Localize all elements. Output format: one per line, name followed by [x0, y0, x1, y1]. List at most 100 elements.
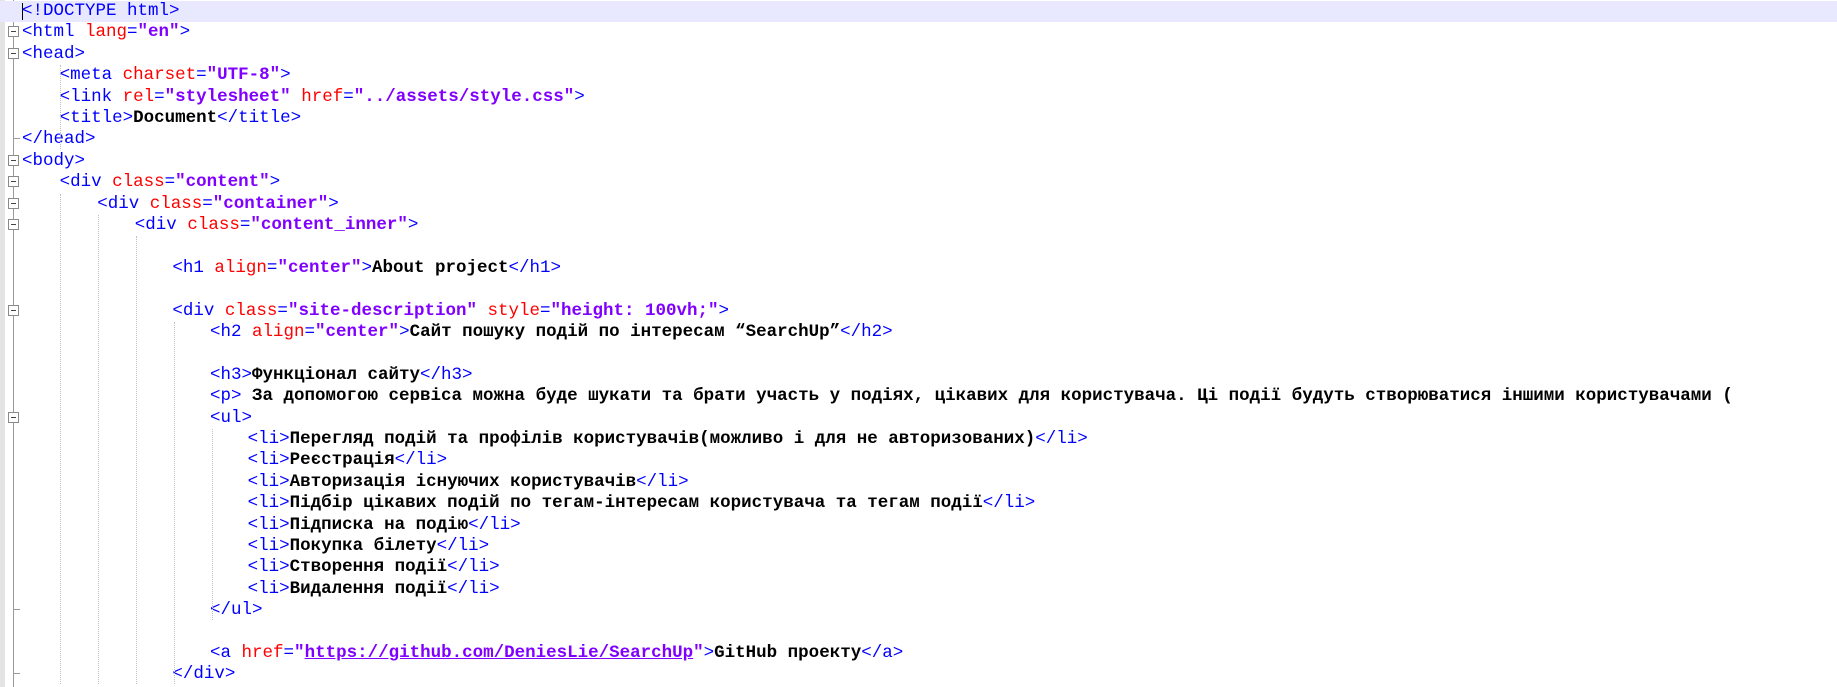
- fold-toggle-icon[interactable]: [8, 219, 19, 230]
- code-line[interactable]: <div class="content">: [0, 172, 1837, 193]
- code-token: >: [407, 215, 419, 235]
- code-text: <h3>Функціонал сайту</h3>: [210, 365, 473, 386]
- code-line[interactable]: <div class="site-description" style="hei…: [0, 301, 1837, 322]
- code-token: <title>: [59, 108, 134, 128]
- code-line[interactable]: <meta charset="UTF-8">: [0, 65, 1837, 86]
- code-token: <!DOCTYPE html>: [22, 1, 180, 21]
- code-token: </li>: [636, 471, 689, 492]
- code-line[interactable]: <h3>Функціонал сайту</h3>: [0, 365, 1837, 386]
- code-token: Сайт пошуку подій по інтересам “SearchUp…: [409, 322, 841, 342]
- code-token: <li>: [247, 429, 290, 449]
- code-line[interactable]: <html lang="en">: [0, 22, 1837, 43]
- code-token: <li>: [247, 493, 290, 514]
- code-token: </title>: [217, 108, 302, 128]
- code-line[interactable]: [0, 343, 1837, 364]
- code-line[interactable]: <body>: [0, 151, 1837, 172]
- fold-end-marker: [13, 129, 20, 140]
- code-token: <ul>: [210, 407, 253, 428]
- fold-toggle-icon[interactable]: [8, 197, 19, 209]
- code-token: ": [294, 643, 305, 663]
- code-token: =: [304, 322, 316, 342]
- code-line[interactable]: <p> За допомогою сервіса можна буде шука…: [0, 386, 1837, 407]
- code-line[interactable]: <ul>: [0, 408, 1837, 429]
- code-line[interactable]: <head>: [0, 44, 1837, 65]
- code-token: lang: [85, 22, 128, 43]
- code-token: </li>: [436, 536, 490, 556]
- code-token: =: [127, 22, 138, 43]
- code-text: <li>Видалення події</li>: [248, 579, 500, 600]
- code-line[interactable]: <a href="https://github.com/DeniesLie/Se…: [0, 643, 1837, 664]
- fold-toggle-icon[interactable]: [8, 304, 19, 316]
- code-text: <h2 align="center">Сайт пошуку подій по …: [210, 322, 893, 343]
- code-line[interactable]: <li>Перегляд подій та профілів користува…: [0, 429, 1837, 450]
- fold-toggle-icon[interactable]: [8, 26, 19, 38]
- fold-toggle-icon[interactable]: [8, 176, 19, 188]
- code-line[interactable]: </ul>: [0, 600, 1837, 621]
- code-text: </div>: [172, 664, 235, 685]
- code-line[interactable]: </div>: [0, 664, 1837, 685]
- code-text: <!DOCTYPE html>: [22, 1, 180, 22]
- code-token: >: [703, 643, 715, 663]
- code-token: <div: [59, 172, 113, 193]
- code-line[interactable]: <li>Створення події</li>: [0, 557, 1837, 578]
- code-token: >: [269, 172, 281, 193]
- code-line[interactable]: [0, 236, 1837, 257]
- code-token: <li>: [247, 450, 290, 471]
- code-token: <div: [97, 193, 150, 214]
- indent-guide: [60, 193, 61, 685]
- code-line[interactable]: <h1 align="center">About project</h1>: [0, 258, 1837, 279]
- fold-toggle-icon[interactable]: [8, 411, 19, 423]
- code-token: <body>: [22, 150, 86, 171]
- code-token: "site-description": [287, 300, 477, 321]
- code-line[interactable]: <link rel="stylesheet" href="../assets/s…: [0, 87, 1837, 108]
- code-token: </li>: [468, 514, 521, 535]
- indent-guide: [98, 215, 99, 685]
- code-token: <link: [59, 86, 123, 107]
- code-token: "content_inner": [250, 215, 408, 235]
- code-token: =: [196, 65, 207, 86]
- code-line[interactable]: <li>Підписка на подію</li>: [0, 515, 1837, 536]
- code-token: "center": [315, 322, 400, 342]
- code-token: Підбір цікавих подій по тегам-інтересам …: [289, 493, 983, 514]
- code-token: "UTF-8": [206, 65, 281, 86]
- code-token: <a: [210, 643, 242, 663]
- link-url[interactable]: https://github.com/DeniesLie/SearchUp: [305, 643, 694, 663]
- code-token: >: [361, 257, 372, 278]
- fold-toggle-icon[interactable]: [8, 47, 19, 59]
- code-line[interactable]: [0, 622, 1837, 643]
- code-token: "center": [277, 257, 362, 278]
- code-line[interactable]: <li>Видалення події</li>: [0, 579, 1837, 600]
- code-token: Document: [133, 108, 218, 128]
- code-token: </head>: [22, 129, 96, 150]
- code-line[interactable]: <li>Реєстрація</li>: [0, 450, 1837, 471]
- code-token: >: [280, 65, 291, 86]
- code-token: <head>: [22, 43, 86, 64]
- code-line[interactable]: <li>Авторизація існуючих користувачів</l…: [0, 472, 1837, 493]
- code-text: </ul>: [210, 600, 263, 621]
- code-token: >: [718, 300, 730, 321]
- code-token: Створення події: [289, 557, 448, 578]
- code-editor[interactable]: <!DOCTYPE html> <html lang="en"> <head> <me…: [0, 0, 1837, 687]
- code-line[interactable]: </head>: [0, 129, 1837, 150]
- code-text: <link rel="stylesheet" href="../assets/s…: [60, 87, 585, 108]
- code-token: </h2>: [840, 322, 893, 342]
- code-token: >: [574, 86, 585, 107]
- code-token: <div: [172, 300, 225, 321]
- code-line[interactable]: <li>Покупка білету</li>: [0, 536, 1837, 557]
- code-line[interactable]: <title>Document</title>: [0, 108, 1837, 129]
- code-line[interactable]: <h2 align="center">Сайт пошуку подій по …: [0, 322, 1837, 343]
- code-line[interactable]: <li>Підбір цікавих подій по тегам-інтере…: [0, 493, 1837, 514]
- code-text: <div class="site-description" style="hei…: [172, 301, 729, 322]
- code-line[interactable]: <div class="content_inner">: [0, 215, 1837, 236]
- code-text: <ul>: [210, 408, 252, 429]
- code-token: =: [283, 643, 295, 663]
- code-line[interactable]: [0, 279, 1837, 300]
- fold-end-marker: [13, 600, 20, 611]
- code-line[interactable]: <!DOCTYPE html>: [0, 1, 1837, 22]
- code-token: =: [154, 86, 165, 107]
- code-token: align: [214, 257, 267, 278]
- code-token: "../assets/style.css": [353, 86, 575, 107]
- fold-toggle-icon[interactable]: [8, 154, 19, 166]
- code-token: href: [241, 643, 284, 663]
- code-line[interactable]: <div class="container">: [0, 194, 1837, 215]
